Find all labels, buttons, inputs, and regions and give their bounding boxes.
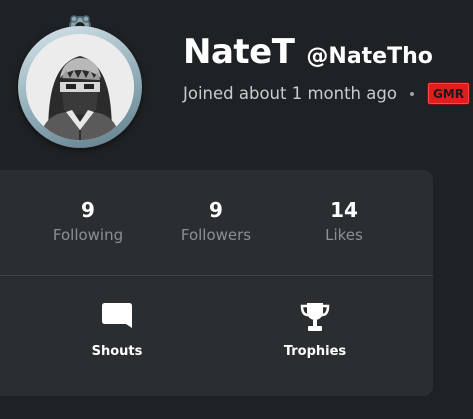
trophies-label: Trophies: [283, 344, 347, 359]
shouts-label: Shouts: [91, 344, 143, 359]
shouts-button[interactable]: Shouts: [62, 300, 172, 360]
stats-card: 9 Following 9 Followers 14 Likes Shouts: [0, 170, 433, 396]
stat-value: 9: [81, 198, 95, 222]
stat-value: 9: [209, 198, 223, 222]
stat-likes[interactable]: 14 Likes: [289, 198, 399, 244]
name-line: NateT @NateTho: [183, 32, 433, 72]
profile-header: NateT @NateTho Joined about 1 month ago …: [0, 0, 473, 419]
speech-bubble-icon: [100, 300, 134, 334]
divider: [0, 275, 433, 276]
joined-date: Joined about 1 month ago: [183, 84, 397, 103]
avatar-frame: [18, 26, 142, 148]
stat-label: Likes: [325, 226, 363, 244]
stat-label: Following: [52, 226, 124, 244]
stat-following[interactable]: 9 Following: [33, 198, 143, 244]
avatar-image: [26, 34, 134, 140]
avatar[interactable]: [18, 14, 142, 148]
gmr-badge[interactable]: GMR: [427, 83, 469, 104]
stat-followers[interactable]: 9 Followers: [161, 198, 271, 244]
trophy-icon: [298, 300, 332, 334]
joined-line: Joined about 1 month ago GMR: [183, 83, 469, 104]
display-name: NateT: [183, 32, 295, 72]
username-handle: @NateTho: [306, 44, 433, 69]
trophies-button[interactable]: Trophies: [260, 300, 370, 360]
stat-label: Followers: [180, 226, 252, 244]
stat-value: 14: [330, 198, 358, 222]
separator-dot: [409, 91, 414, 96]
stats-row: 9 Following 9 Followers 14 Likes: [0, 170, 433, 275]
